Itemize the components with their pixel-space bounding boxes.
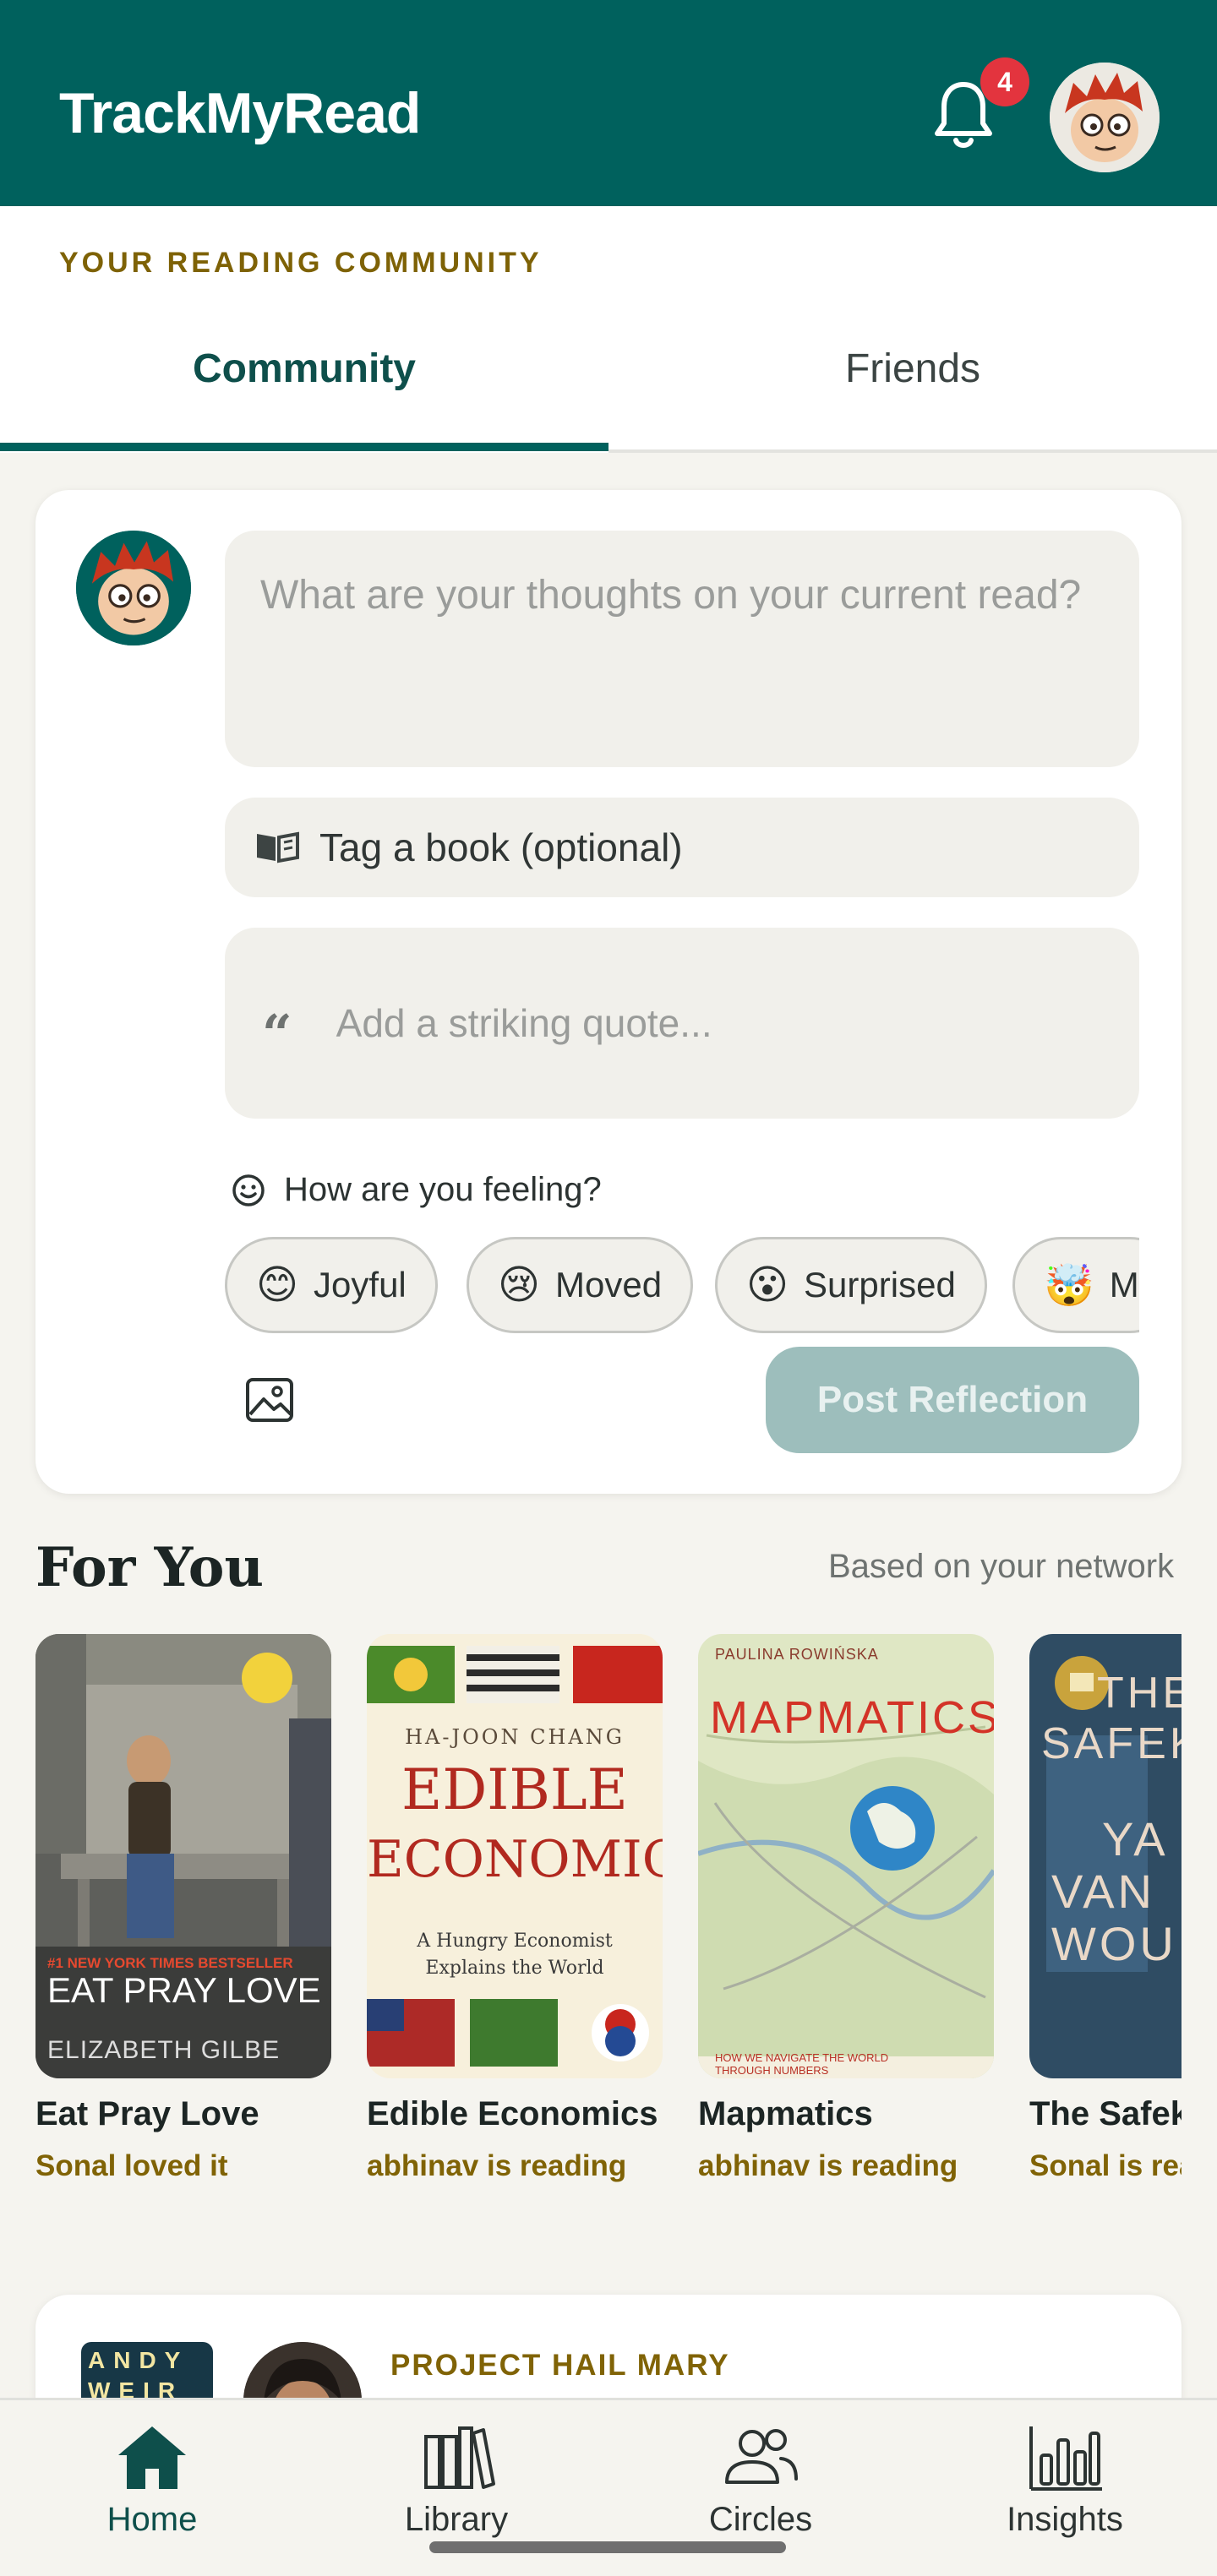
nav-label: Library <box>404 2501 509 2538</box>
cover-author: HA-JOON CHANG <box>405 1725 625 1749</box>
cover-top-line: #1 NEW YORK TIMES BESTSELLER <box>47 1955 293 1971</box>
app-root: TrackMyRead 4 YOUR READING COMMUNITY Com… <box>0 0 1217 2576</box>
book-social-meta: Sonal loved it <box>35 2149 228 2182</box>
cover-subtitle: A Hungry Economist Explains the World <box>417 1931 613 1979</box>
for-you-subtitle: Based on your network <box>828 1548 1175 1585</box>
home-icon <box>118 2426 186 2489</box>
mood-label: Joyful <box>314 1265 407 1304</box>
tab-friends[interactable]: Friends <box>608 338 1217 400</box>
section-eyebrow: YOUR READING COMMUNITY <box>59 247 543 279</box>
mood-label: Surprised <box>804 1265 956 1304</box>
cover-author-line-1: YA <box>1102 1812 1169 1865</box>
mood-label: Moved <box>555 1265 663 1304</box>
mood-label: Mi <box>1109 1265 1139 1304</box>
bar-chart-icon <box>1029 2426 1102 2491</box>
book-cover: THE SAFEK YA VAN WOU <box>1029 1634 1182 2078</box>
moved-emoji-icon: 😢 <box>498 1261 541 1309</box>
quote-input[interactable]: “ Add a striking quote... <box>225 928 1139 1119</box>
book-social-meta: abhinav is reading <box>367 2149 627 2182</box>
cover-title-line-2: SAFEK <box>1041 1719 1182 1768</box>
feed-book-title[interactable]: PROJECT HAIL MARY <box>390 2349 730 2383</box>
home-indicator-bar[interactable] <box>429 2541 786 2553</box>
mood-chip-mindblown[interactable]: 🤯 Mi <box>1012 1237 1139 1333</box>
book-cover: #1 NEW YORK TIMES BESTSELLER EAT PRAY LO… <box>35 1634 331 2078</box>
tabs-container <box>0 206 1217 453</box>
surprised-emoji-icon: 😮 <box>746 1261 789 1309</box>
thoughts-placeholder: What are your thoughts on your current r… <box>260 573 1082 618</box>
cover-title-line-1: THE <box>1097 1669 1182 1718</box>
tab-community[interactable]: Community <box>0 338 608 400</box>
cover-author: ELIZABETH GILBE <box>47 2036 281 2064</box>
nav-home[interactable]: Home <box>51 2421 254 2539</box>
open-book-icon <box>257 831 299 863</box>
book-title: Edible Economics <box>367 2095 658 2132</box>
nav-label: Home <box>106 2501 198 2538</box>
add-image-icon[interactable] <box>245 1377 294 1423</box>
quote-placeholder: Add a striking quote... <box>336 1001 712 1045</box>
active-tab-indicator <box>0 443 608 451</box>
cover-author: PAULINA ROWIŃSKA <box>715 1646 879 1663</box>
cover-subtitle: HOW WE NAVIGATE THE WORLD THROUGH NUMBER… <box>715 2051 889 2077</box>
tab-divider <box>608 449 1217 453</box>
composer-avatar <box>76 531 191 645</box>
book-cover: PAULINA ROWIŃSKA MAPMATICS HOW WE NAVIGA… <box>698 1634 994 2078</box>
cover-line-1: ANDY <box>88 2347 189 2373</box>
cover-title-line-2: ECONOMICS <box>367 1830 663 1889</box>
cover-title: MAPMATICS <box>710 1692 994 1743</box>
avatar-illustration <box>1050 63 1160 172</box>
nav-insights[interactable]: Insights <box>963 2421 1166 2539</box>
joyful-emoji-icon: 😊 <box>256 1261 299 1309</box>
avatar-illustration <box>76 531 191 645</box>
for-you-heading: For You <box>35 1536 264 1599</box>
profile-avatar[interactable] <box>1050 63 1160 172</box>
book-title: Mapmatics <box>698 2095 873 2132</box>
mood-chip-row[interactable]: 😊 Joyful 😢 Moved 😮 Surprised 🤯 Mi <box>225 1237 1139 1335</box>
book-cover: HA-JOON CHANG EDIBLE ECONOMICS A Hungry … <box>367 1634 663 2078</box>
cover-author-line-2: VAN <box>1051 1865 1155 1918</box>
tag-book-label: Tag a book (optional) <box>319 825 683 869</box>
thoughts-input[interactable]: What are your thoughts on your current r… <box>225 531 1139 767</box>
book-social-meta: abhinav is reading <box>698 2149 958 2182</box>
nav-library[interactable]: Library <box>355 2421 558 2539</box>
feeling-label: How are you feeling? <box>284 1171 602 1208</box>
mindblown-emoji-icon: 🤯 <box>1044 1261 1094 1310</box>
nav-circles[interactable]: Circles <box>659 2421 862 2539</box>
library-icon <box>424 2426 495 2489</box>
feeling-prompt: How are you feeling? <box>232 1171 602 1209</box>
quote-icon: “ <box>262 1002 292 1065</box>
book-title: Eat Pray Love <box>35 2095 259 2132</box>
cover-title: EAT PRAY LOVE <box>47 1970 321 2010</box>
book-social-meta: Sonal is rea <box>1029 2149 1182 2182</box>
top-app-bar: TrackMyRead <box>0 0 1217 206</box>
cover-author-line-3: WOU <box>1051 1917 1177 1970</box>
mood-chip-moved[interactable]: 😢 Moved <box>467 1237 694 1333</box>
book-title: The Safek <box>1029 2095 1182 2132</box>
mood-chip-joyful[interactable]: 😊 Joyful <box>225 1237 438 1333</box>
notification-badge: 4 <box>980 57 1029 106</box>
people-icon <box>725 2429 798 2484</box>
smiley-icon <box>232 1174 265 1206</box>
nav-label: Circles <box>708 2501 813 2538</box>
post-reflection-button[interactable]: Post Reflection <box>766 1347 1139 1453</box>
tag-book-field[interactable]: Tag a book (optional) <box>225 798 1139 897</box>
nav-label: Insights <box>1007 2501 1123 2538</box>
recommendations-carousel[interactable]: #1 NEW YORK TIMES BESTSELLER EAT PRAY LO… <box>35 1634 1182 2200</box>
brand-title: TrackMyRead <box>59 81 421 145</box>
mood-chip-surprised[interactable]: 😮 Surprised <box>715 1237 987 1333</box>
cover-title-line-1: EDIBLE <box>401 1757 628 1822</box>
eat-pray-love-cover-art <box>35 1634 331 2078</box>
